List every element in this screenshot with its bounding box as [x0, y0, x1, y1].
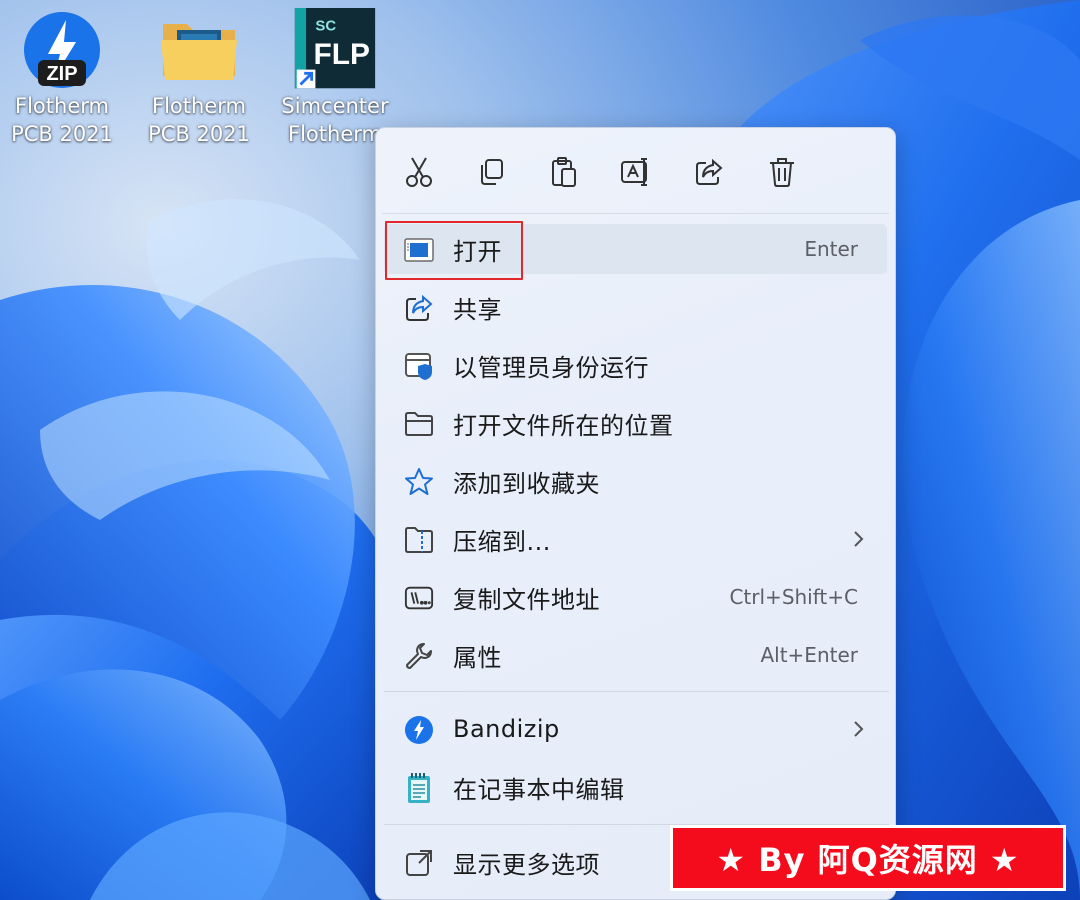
menu-item-label: 压缩到...	[453, 527, 551, 556]
desktop-icon-label: Flotherm PCB 2021	[148, 94, 250, 146]
menu-item-label: 在记事本中编辑	[453, 775, 625, 804]
notepad-icon	[404, 773, 434, 803]
share-icon	[404, 293, 434, 323]
desktop-icon-label: Flotherm PCB 2021	[11, 94, 113, 146]
zip-badge-text: ZIP	[46, 63, 77, 85]
cut-button[interactable]	[395, 150, 443, 194]
menu-item-shortcut: Enter	[804, 237, 858, 261]
share-button[interactable]	[685, 150, 733, 194]
open-window-icon	[404, 235, 434, 265]
toolbar-separator	[382, 213, 889, 214]
menu-item-label: 共享	[453, 295, 502, 324]
admin-shield-icon	[404, 351, 434, 381]
menu-item-label: 添加到收藏夹	[453, 469, 600, 498]
desktop-icon-flotherm-pcb-folder[interactable]: Flotherm PCB 2021	[139, 8, 259, 158]
menu-item-edit-in-notepad[interactable]: 在记事本中编辑	[384, 762, 887, 812]
context-menu-toolbar	[376, 128, 895, 214]
desktop-icon-flotherm-pcb-zip[interactable]: ZIP Flotherm PCB 2021	[2, 8, 122, 158]
menu-separator	[384, 691, 889, 692]
menu-item-copy-path[interactable]: 复制文件地址 Ctrl+Shift+C	[384, 572, 887, 622]
rename-icon	[621, 158, 647, 186]
menu-item-shortcut: Ctrl+Shift+C	[729, 585, 858, 609]
bandizip-icon	[404, 715, 434, 745]
menu-item-label: 属性	[453, 643, 502, 672]
folder-outline-icon	[404, 409, 434, 439]
menu-item-label: 复制文件地址	[453, 585, 600, 614]
menu-item-bandizip[interactable]: Bandizip	[384, 704, 887, 754]
menu-item-compress-to[interactable]: 压缩到...	[384, 514, 887, 564]
delete-icon	[770, 158, 794, 187]
bandizip-zip-icon: ZIP	[20, 8, 104, 92]
copy-button[interactable]	[467, 150, 515, 194]
rename-button[interactable]	[612, 150, 660, 194]
star-icon	[404, 467, 434, 497]
paste-button[interactable]	[540, 150, 588, 194]
menu-item-run-as-admin[interactable]: 以管理员身份运行	[384, 340, 887, 390]
flp-app-icon: SC FLP	[293, 8, 377, 92]
wrench-icon	[404, 641, 434, 671]
chevron-right-icon	[854, 721, 864, 737]
context-menu: 打开 Enter 共享 以管理员身份运行 打开文件所在的位置 添加到收藏夹 压缩…	[375, 127, 896, 900]
flp-badge-text: FLP	[314, 38, 370, 71]
zip-folder-icon	[404, 525, 434, 555]
menu-item-label: 打开	[453, 237, 502, 266]
paste-icon	[552, 157, 576, 187]
menu-item-open[interactable]: 打开 Enter	[384, 224, 887, 274]
menu-item-label: Bandizip	[453, 715, 560, 743]
menu-item-shortcut: Alt+Enter	[760, 643, 858, 667]
watermark-banner: ★ By 阿Q资源网 ★	[670, 825, 1066, 891]
menu-item-share[interactable]: 共享	[384, 282, 887, 332]
menu-item-label: 以管理员身份运行	[453, 353, 649, 382]
copy-path-icon	[404, 583, 434, 613]
sc-badge-text: SC	[315, 17, 336, 34]
delete-button[interactable]	[758, 150, 806, 194]
menu-item-label: 显示更多选项	[453, 850, 600, 879]
menu-item-open-file-location[interactable]: 打开文件所在的位置	[384, 398, 887, 448]
show-more-icon	[404, 848, 434, 878]
share-icon	[696, 158, 723, 185]
menu-item-properties[interactable]: 属性 Alt+Enter	[384, 630, 887, 680]
folder-icon	[157, 8, 241, 92]
menu-item-label: 打开文件所在的位置	[453, 411, 674, 440]
copy-icon	[481, 159, 503, 185]
menu-item-add-to-favorites[interactable]: 添加到收藏夹	[384, 456, 887, 506]
cut-icon	[406, 157, 432, 187]
chevron-right-icon	[854, 531, 864, 547]
